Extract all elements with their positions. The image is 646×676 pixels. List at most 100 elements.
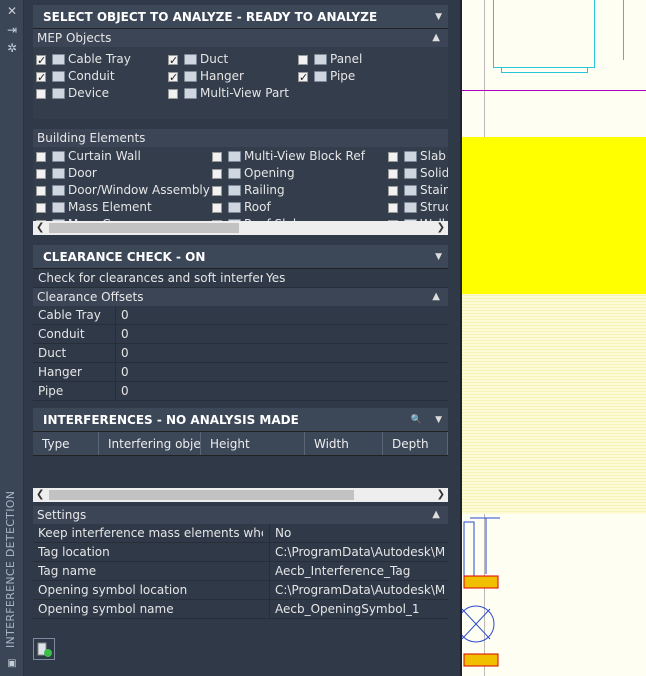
setting-value[interactable]: Aecb_Interference_Tag <box>269 562 444 581</box>
interferences-scrollbar[interactable]: ❮ ❯ <box>33 488 448 502</box>
checkbox[interactable] <box>298 69 308 86</box>
checkbox-item[interactable]: Multi-View Part <box>168 85 289 102</box>
checkbox[interactable] <box>168 52 178 69</box>
checkbox[interactable] <box>212 202 222 213</box>
palette-title-bar[interactable]: ✕ ⇥ ✲ INTERFERENCE DETECTION ▣ <box>0 0 24 676</box>
checkbox[interactable] <box>388 185 398 196</box>
building-elements-heading[interactable]: Building Elements <box>33 129 448 147</box>
settings-row[interactable]: Tag name Aecb_Interference_Tag <box>33 562 448 581</box>
close-icon[interactable]: ✕ <box>5 4 19 18</box>
scroll-left-icon[interactable]: ❮ <box>36 488 44 502</box>
checkbox-item[interactable]: Pipe <box>298 68 355 86</box>
column-header[interactable]: Type <box>33 432 99 455</box>
checkbox[interactable] <box>388 202 398 213</box>
column-header[interactable]: Width <box>305 432 383 455</box>
chevron-down-icon[interactable]: ▼ <box>435 5 442 29</box>
setting-value[interactable]: C:\ProgramData\Autodesk\ME... <box>269 543 444 562</box>
offset-row[interactable]: Pipe 0 <box>33 382 448 401</box>
offset-row[interactable]: Conduit 0 <box>33 325 448 344</box>
checkbox-item[interactable]: Panel <box>298 51 362 68</box>
checkbox[interactable] <box>168 88 178 99</box>
zoom-icon[interactable]: 🔍 <box>411 408 422 432</box>
scroll-thumb[interactable] <box>49 223 239 233</box>
checkbox[interactable] <box>36 88 46 99</box>
checkbox-item[interactable]: Device <box>36 85 109 102</box>
checkbox-item[interactable]: Door <box>36 165 97 182</box>
checkbox[interactable] <box>212 151 222 162</box>
settings-row[interactable]: Tag location C:\ProgramData\Autodesk\ME..… <box>33 543 448 562</box>
offset-value[interactable]: 0 <box>115 344 444 363</box>
checkbox[interactable] <box>168 69 178 86</box>
checkbox[interactable] <box>36 52 46 69</box>
checkbox[interactable] <box>36 185 46 196</box>
offset-value[interactable]: 0 <box>115 306 444 325</box>
clearance-header[interactable]: CLEARANCE CHECK - ON ▼ <box>33 245 448 269</box>
setting-value[interactable]: No <box>269 524 444 543</box>
checkbox-item[interactable]: Mass Element <box>36 199 152 216</box>
checkbox[interactable] <box>388 168 398 179</box>
checkbox[interactable] <box>36 151 46 162</box>
checkbox[interactable] <box>212 168 222 179</box>
column-header[interactable]: Depth <box>383 432 448 455</box>
offset-value[interactable]: 0 <box>115 325 444 344</box>
collapse-icon[interactable]: ▲ <box>432 506 440 524</box>
chevron-down-icon[interactable]: ▼ <box>435 408 442 432</box>
select-objects-header[interactable]: SELECT OBJECT TO ANALYZE - READY TO ANAL… <box>33 5 448 29</box>
scroll-right-icon[interactable]: ❯ <box>437 488 445 502</box>
checkbox-item[interactable]: Multi-View Block Ref <box>212 148 365 165</box>
clearance-check-value[interactable]: Yes <box>261 269 444 288</box>
offset-value[interactable]: 0 <box>115 382 444 401</box>
interferences-header[interactable]: INTERFERENCES - NO ANALYSIS MADE 🔍 ▼ <box>33 408 448 432</box>
settings-row[interactable]: Opening symbol name Aecb_OpeningSymbol_1 <box>33 600 448 619</box>
settings-row[interactable]: Opening symbol location C:\ProgramData\Au… <box>33 581 448 600</box>
settings-heading[interactable]: Settings ▲ <box>33 506 448 524</box>
checkbox[interactable] <box>298 54 308 65</box>
analyze-button[interactable] <box>33 638 55 660</box>
offset-row[interactable]: Duct 0 <box>33 344 448 363</box>
checkbox-item[interactable]: Opening <box>212 165 295 182</box>
checkbox-item[interactable]: Roof <box>212 199 271 216</box>
checkbox-item[interactable]: Duct <box>168 51 228 69</box>
setting-value[interactable]: C:\ProgramData\Autodesk\ME... <box>269 581 444 600</box>
clearance-offsets-heading[interactable]: Clearance Offsets ▲ <box>33 288 448 306</box>
column-header[interactable]: Interfering objects <box>99 432 201 455</box>
checkbox-item[interactable]: Slab <box>388 148 446 165</box>
checkbox-item[interactable]: Hanger <box>168 68 244 86</box>
setting-value[interactable]: Aecb_OpeningSymbol_1 <box>269 600 444 619</box>
chevron-down-icon[interactable]: ▼ <box>435 245 442 269</box>
offset-row[interactable]: Cable Tray 0 <box>33 306 448 325</box>
checkbox-item[interactable]: Cable Tray <box>36 51 131 69</box>
door-window-assembly-icon <box>52 185 65 196</box>
pin-icon[interactable]: ⇥ <box>5 23 19 37</box>
checkbox[interactable] <box>388 151 398 162</box>
offset-row[interactable]: Hanger 0 <box>33 363 448 382</box>
collapse-icon[interactable]: ▲ <box>432 288 440 306</box>
checkbox-item[interactable]: Railing <box>212 182 285 199</box>
checkbox-item[interactable]: Curtain Wall <box>36 148 141 165</box>
clearance-check-row[interactable]: Check for clearances and soft interferen… <box>33 269 448 288</box>
settings-icon[interactable]: ✲ <box>5 41 19 55</box>
scroll-left-icon[interactable]: ❮ <box>36 221 44 235</box>
building-elements-scrollbar[interactable]: ❮ ❯ <box>33 221 448 235</box>
offset-value[interactable]: 0 <box>115 363 444 382</box>
checkbox-item[interactable]: Stair <box>388 182 448 199</box>
mep-objects-heading[interactable]: MEP Objects ▲ <box>33 29 448 47</box>
checkbox[interactable] <box>36 202 46 213</box>
checkbox[interactable] <box>212 185 222 196</box>
collapse-icon[interactable]: ▲ <box>432 29 440 47</box>
checkbox-item[interactable]: Door/Window Assembly <box>36 182 210 199</box>
checkbox[interactable] <box>36 168 46 179</box>
column-header[interactable]: Height <box>201 432 305 455</box>
checkbox-item[interactable]: Struc <box>388 199 448 216</box>
setting-label: Opening symbol name <box>38 602 174 616</box>
scroll-right-icon[interactable]: ❯ <box>437 221 445 235</box>
scroll-thumb[interactable] <box>49 490 354 500</box>
checkbox-label: Curtain Wall <box>68 149 141 163</box>
checkbox-item[interactable]: Conduit <box>36 68 115 86</box>
checkbox-item[interactable]: Solid <box>388 165 448 182</box>
palette-menu-icon[interactable]: ▣ <box>5 657 19 671</box>
checkbox[interactable] <box>36 69 46 86</box>
interferences-table-body[interactable] <box>33 456 448 512</box>
roof-icon <box>228 202 241 213</box>
settings-row[interactable]: Keep interference mass elements when e..… <box>33 524 448 543</box>
